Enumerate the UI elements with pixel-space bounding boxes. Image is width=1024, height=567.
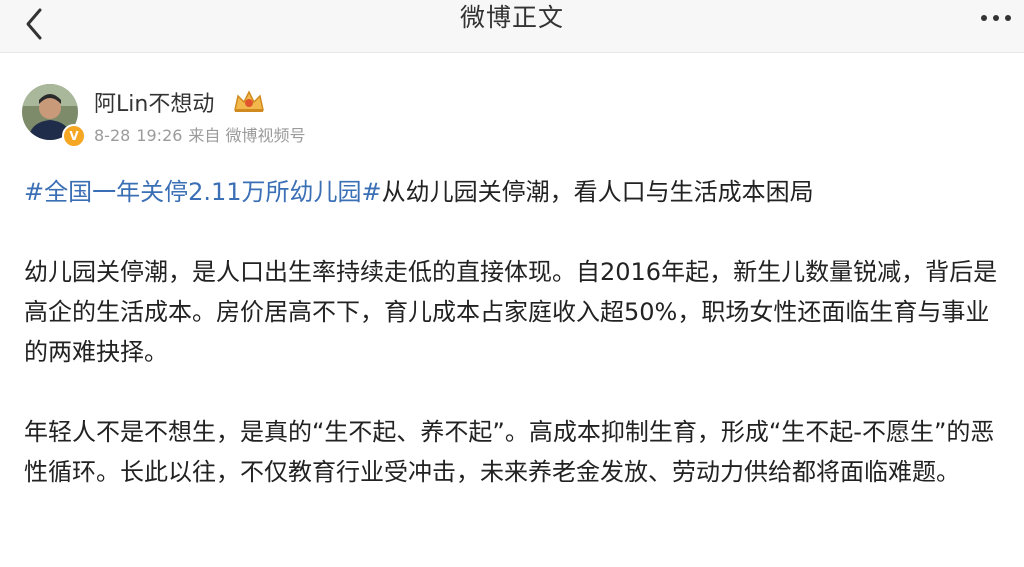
top-navbar: 微博正文 (0, 0, 1024, 53)
post-time: 19:26 (136, 126, 183, 145)
post-source: 来自 微博视频号 (188, 126, 306, 145)
username[interactable]: 阿Lin不想动 (94, 86, 214, 118)
more-button[interactable] (976, 8, 1016, 28)
post-content: #全国一年关停2.11万所幼儿园#从幼儿园关停潮，看人口与生活成本困局 幼儿园关… (24, 172, 1009, 492)
crown-icon (234, 90, 264, 112)
post-date: 8-28 (94, 126, 131, 145)
post-meta: 8-28 19:26 来自 微博视频号 (94, 122, 312, 146)
topic-line: #全国一年关停2.11万所幼儿园#从幼儿园关停潮，看人口与生活成本困局 (24, 172, 1009, 212)
author-header: V 阿Lin不想动 8-28 19:26 来自 微博视频号 (22, 84, 622, 148)
topic-rest-text: 从幼儿园关停潮，看人口与生活成本困局 (381, 178, 814, 206)
paragraph-1: 幼儿园关停潮，是人口出生率持续走低的直接体现。自2016年起，新生儿数量锐减，背… (24, 258, 998, 366)
page-title: 微博正文 (459, 3, 564, 32)
topic-link[interactable]: #全国一年关停2.11万所幼儿园# (24, 178, 382, 206)
paragraph-2: 年轻人不是不想生，是真的“生不起、养不起”。高成本抑制生育，形成“生不起-不愿生… (24, 418, 995, 486)
more-dots-icon (981, 15, 1011, 21)
verified-badge: V (62, 124, 86, 148)
